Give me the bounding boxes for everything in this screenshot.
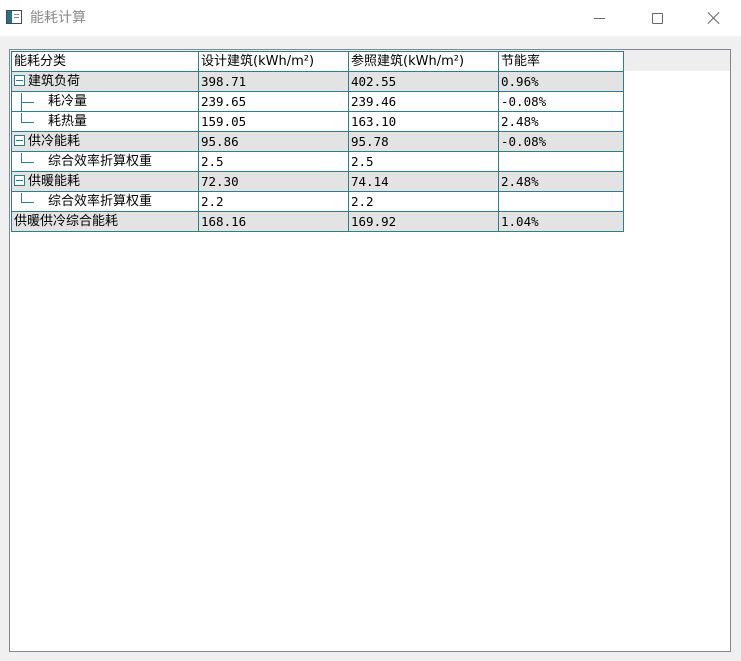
row-label: 建筑负荷 bbox=[28, 73, 81, 89]
reference-value: 95.78 bbox=[348, 131, 499, 152]
table-row[interactable]: 耗冷量 239.65 239.46 -0.08% bbox=[11, 91, 624, 112]
tree-table-view[interactable]: 能耗分类 设计建筑(kWh/m²) 参照建筑(kWh/m²) 节能率 建筑负荷 … bbox=[9, 49, 731, 652]
collapse-icon[interactable] bbox=[14, 74, 25, 86]
saving-value: 2.48% bbox=[498, 111, 624, 132]
saving-value: -0.08% bbox=[498, 131, 624, 152]
close-button[interactable] bbox=[686, 0, 741, 36]
design-value: 95.86 bbox=[198, 131, 349, 152]
reference-value: 169.92 bbox=[348, 211, 499, 232]
design-value: 239.65 bbox=[198, 91, 349, 112]
tree-branch-end-icon bbox=[18, 112, 42, 131]
energy-table: 能耗分类 设计建筑(kWh/m²) 参照建筑(kWh/m²) 节能率 建筑负荷 … bbox=[11, 51, 624, 232]
collapse-icon[interactable] bbox=[14, 174, 25, 186]
tree-branch-icon bbox=[18, 92, 42, 111]
column-header-reference[interactable]: 参照建筑(kWh/m²) bbox=[348, 51, 499, 72]
table-row[interactable]: 供暖能耗 72.30 74.14 2.48% bbox=[11, 171, 624, 192]
row-label: 供暖能耗 bbox=[28, 173, 81, 189]
table-row[interactable]: 供冷能耗 95.86 95.78 -0.08% bbox=[11, 131, 624, 152]
column-header-category[interactable]: 能耗分类 bbox=[11, 51, 199, 72]
saving-value bbox=[498, 191, 624, 212]
app-window: 能耗计算 能耗分类 设计建筑(kWh/m²) 参照建筑(kWh/m²) 节能率 … bbox=[0, 0, 741, 661]
row-label-cell: 供冷能耗 bbox=[11, 131, 199, 152]
reference-value: 163.10 bbox=[348, 111, 499, 132]
row-label: 供暖供冷综合能耗 bbox=[14, 213, 119, 229]
table-row[interactable]: 建筑负荷 398.71 402.55 0.96% bbox=[11, 71, 624, 92]
app-window-icon bbox=[6, 10, 22, 24]
row-label: 供冷能耗 bbox=[28, 133, 81, 149]
table-header-row: 能耗分类 设计建筑(kWh/m²) 参照建筑(kWh/m²) 节能率 bbox=[11, 51, 624, 72]
saving-value: 0.96% bbox=[498, 71, 624, 92]
reference-value: 239.46 bbox=[348, 91, 499, 112]
column-header-design[interactable]: 设计建筑(kWh/m²) bbox=[198, 51, 349, 72]
reference-value: 2.5 bbox=[348, 151, 499, 172]
table-row[interactable]: 耗热量 159.05 163.10 2.48% bbox=[11, 111, 624, 132]
reference-value: 74.14 bbox=[348, 171, 499, 192]
reference-value: 402.55 bbox=[348, 71, 499, 92]
reference-value: 2.2 bbox=[348, 191, 499, 212]
window-title: 能耗计算 bbox=[30, 10, 86, 26]
saving-value: 1.04% bbox=[498, 211, 624, 232]
maximize-icon bbox=[651, 12, 663, 24]
table-row[interactable]: 综合效率折算权重 2.5 2.5 bbox=[11, 151, 624, 172]
design-value: 2.2 bbox=[198, 191, 349, 212]
tree-branch-end-icon bbox=[18, 192, 42, 211]
saving-value: 2.48% bbox=[498, 171, 624, 192]
table-row[interactable]: 供暖供冷综合能耗 168.16 169.92 1.04% bbox=[11, 211, 624, 232]
row-label: 综合效率折算权重 bbox=[48, 153, 153, 169]
design-value: 159.05 bbox=[198, 111, 349, 132]
minimize-icon bbox=[593, 17, 605, 19]
row-label-cell: 耗热量 bbox=[11, 111, 199, 132]
row-label: 综合效率折算权重 bbox=[48, 193, 153, 209]
title-bar[interactable]: 能耗计算 bbox=[0, 0, 741, 36]
row-label-cell: 建筑负荷 bbox=[11, 71, 199, 92]
row-label-cell: 综合效率折算权重 bbox=[11, 151, 199, 172]
row-label-cell: 综合效率折算权重 bbox=[11, 191, 199, 212]
row-label: 耗冷量 bbox=[48, 93, 88, 109]
saving-value: -0.08% bbox=[498, 91, 624, 112]
column-header-saving[interactable]: 节能率 bbox=[498, 51, 624, 72]
maximize-button[interactable] bbox=[628, 0, 686, 36]
close-icon bbox=[707, 11, 721, 25]
collapse-icon[interactable] bbox=[14, 134, 25, 146]
table-row[interactable]: 综合效率折算权重 2.2 2.2 bbox=[11, 191, 624, 212]
design-value: 398.71 bbox=[198, 71, 349, 92]
design-value: 72.30 bbox=[198, 171, 349, 192]
row-label-cell: 耗冷量 bbox=[11, 91, 199, 112]
design-value: 168.16 bbox=[198, 211, 349, 232]
minimize-button[interactable] bbox=[570, 0, 628, 36]
saving-value bbox=[498, 151, 624, 172]
row-label-cell: 供暖能耗 bbox=[11, 171, 199, 192]
row-label: 耗热量 bbox=[48, 113, 88, 129]
design-value: 2.5 bbox=[198, 151, 349, 172]
tree-branch-end-icon bbox=[18, 152, 42, 171]
row-label-cell: 供暖供冷综合能耗 bbox=[11, 211, 199, 232]
